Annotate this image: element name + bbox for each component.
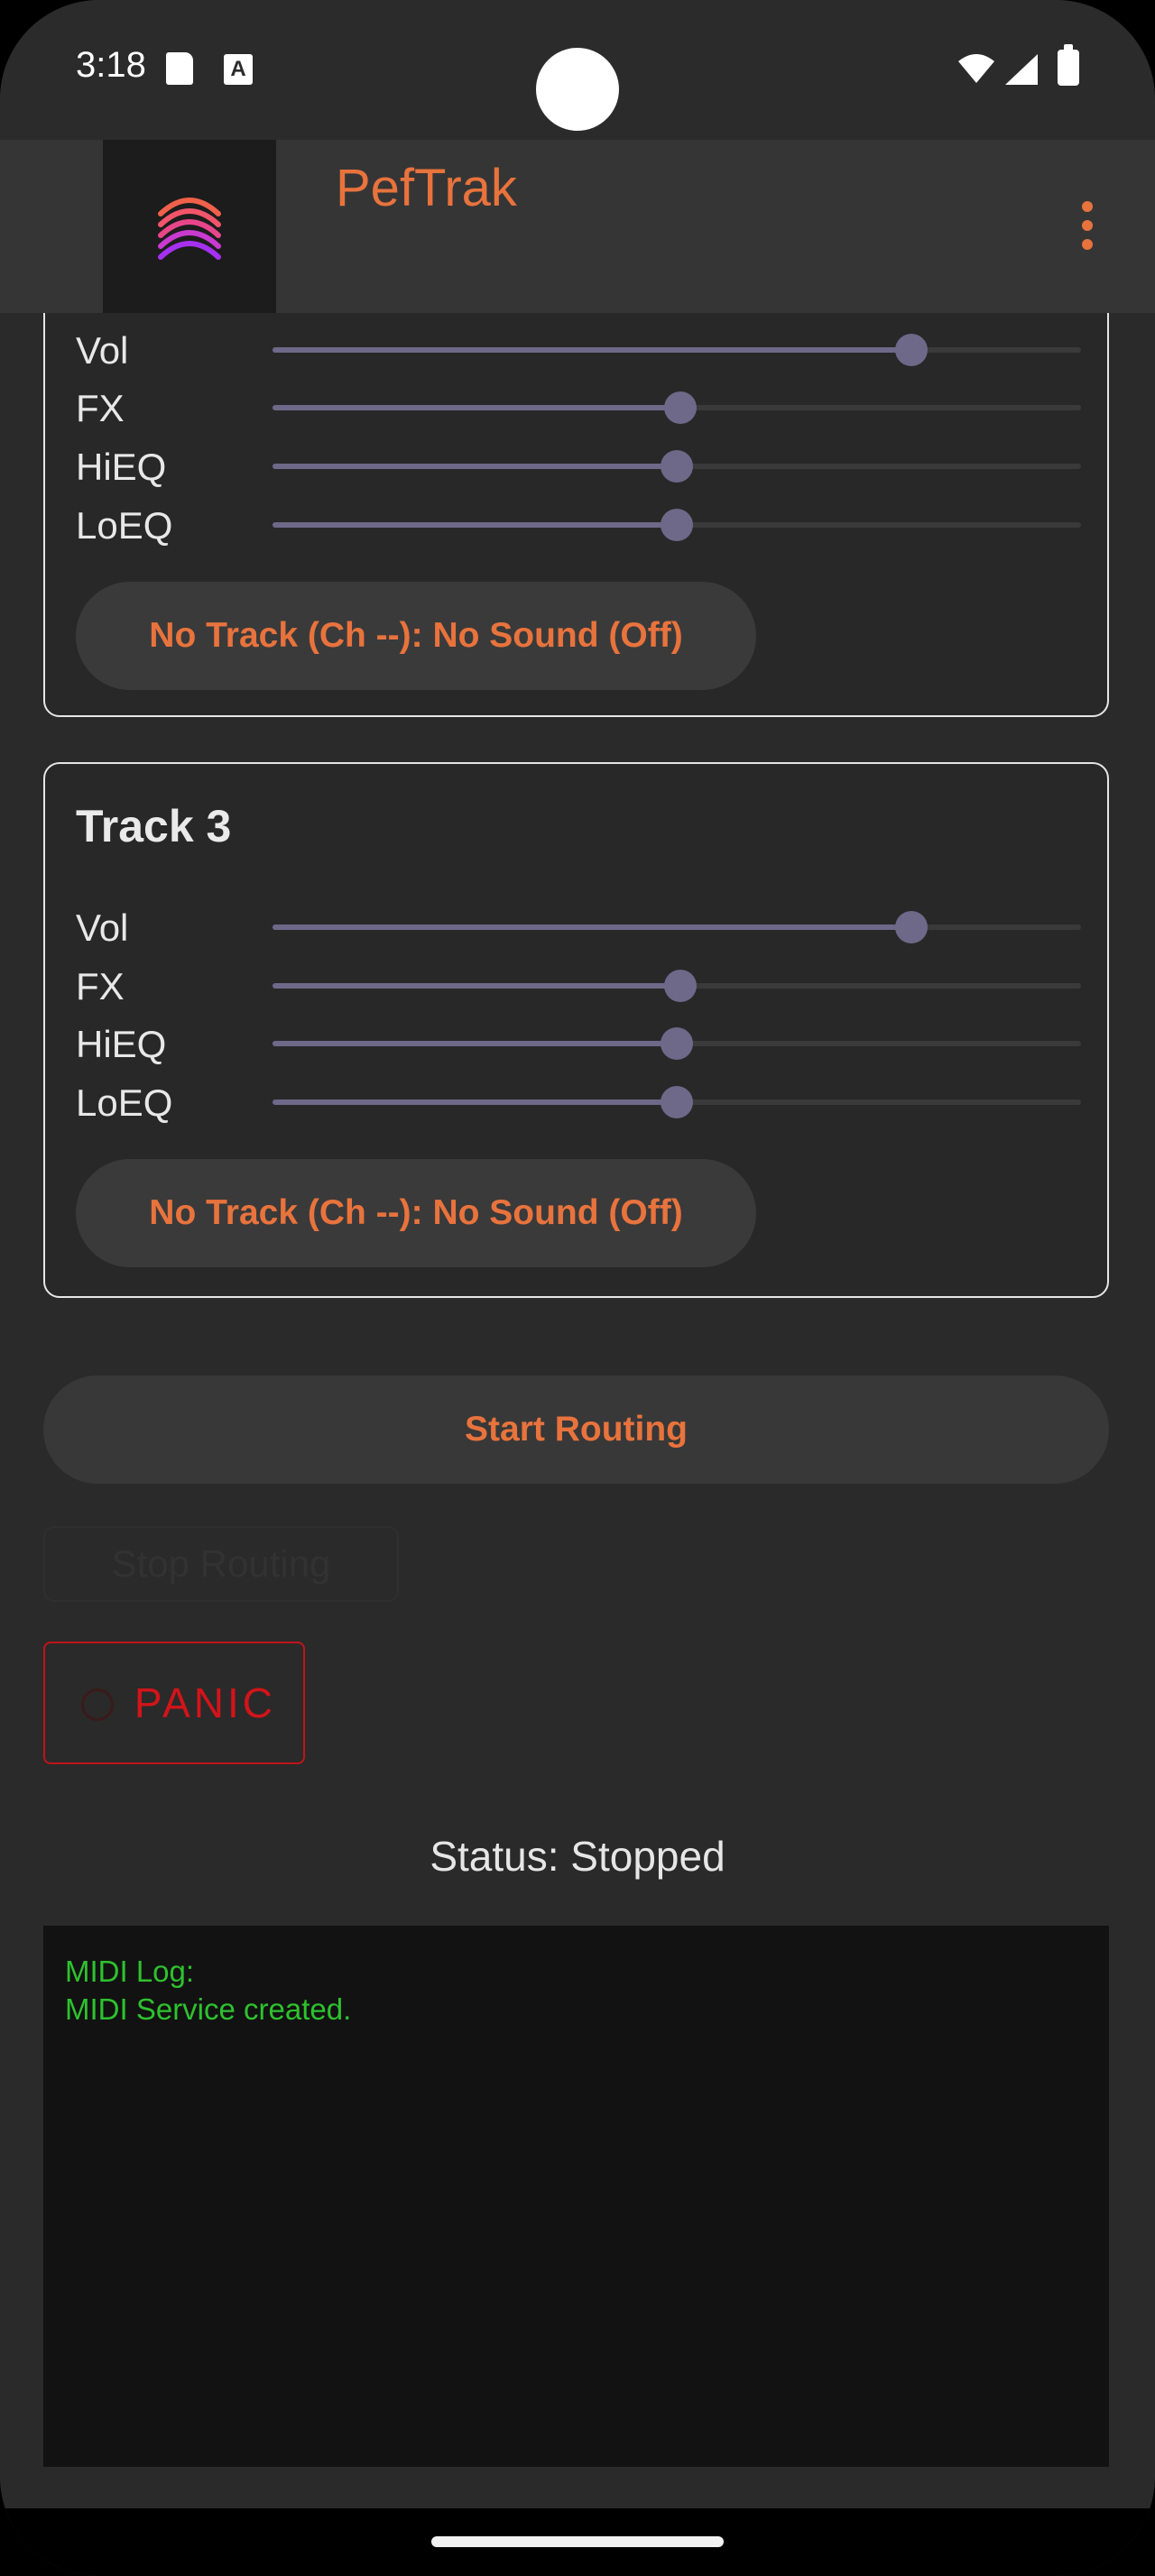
slider-thumb[interactable]: [894, 911, 928, 943]
slider-label: Vol: [76, 329, 129, 372]
log-line: MIDI Log:: [65, 1955, 195, 1988]
panic-button[interactable]: PANIC: [43, 1642, 305, 1764]
camera-cutout: [536, 48, 619, 131]
stop-routing-button[interactable]: Stop Routing: [43, 1526, 399, 1602]
track-card: Track 3 Vol FX HiEQ LoEQ No Track (Ch --…: [43, 762, 1109, 1298]
slider-thumb[interactable]: [661, 450, 693, 483]
slider-thumb[interactable]: [664, 391, 698, 424]
vol-slider[interactable]: [273, 334, 1081, 366]
main-content[interactable]: Vol FX HiEQ LoEQ No Track (Ch --): No So…: [0, 313, 1155, 2508]
vol-slider[interactable]: [273, 911, 1081, 943]
slider-label: LoEQ: [76, 1081, 173, 1124]
more-vert-icon[interactable]: [1074, 201, 1101, 255]
track-card: Vol FX HiEQ LoEQ No Track (Ch --): No So…: [43, 313, 1109, 717]
keyboard-a-icon: A: [224, 54, 253, 85]
phone-screen: 3:18 A PefTrak Vol FX HiEQ LoEQ No Track…: [0, 0, 1155, 2576]
loeq-slider[interactable]: [273, 1086, 1081, 1118]
slider-thumb[interactable]: [894, 334, 928, 366]
slider-row-hieq: HiEQ: [76, 438, 1081, 492]
slider-label: FX: [76, 387, 125, 429]
hieq-slider[interactable]: [273, 1027, 1081, 1060]
panic-label: PANIC: [134, 1679, 276, 1726]
slider-row-vol: Vol: [76, 899, 1081, 953]
fx-slider[interactable]: [273, 970, 1081, 1002]
log-line: MIDI Service created.: [65, 1992, 352, 2026]
status-bar: 3:18 A: [0, 0, 1155, 140]
start-routing-button[interactable]: Start Routing: [43, 1375, 1109, 1484]
slider-label: LoEQ: [76, 504, 173, 547]
slider-row-fx: FX: [76, 958, 1081, 1012]
app-bar: PefTrak: [0, 140, 1155, 313]
status-text: Status: Stopped: [430, 1833, 725, 1880]
track-title: Track 3: [76, 801, 232, 851]
status-time: 3:18: [76, 45, 146, 85]
wifi-icon: [958, 54, 994, 83]
sd-card-icon: [166, 52, 193, 85]
fx-slider[interactable]: [273, 391, 1081, 424]
slider-row-hieq: HiEQ: [76, 1016, 1081, 1070]
slider-label: FX: [76, 965, 125, 1007]
slider-row-fx: FX: [76, 380, 1081, 434]
track-assign-button[interactable]: No Track (Ch --): No Sound (Off): [76, 582, 756, 690]
cell-signal-icon: [1005, 54, 1038, 85]
gesture-handle[interactable]: [431, 2536, 724, 2547]
slider-label: HiEQ: [76, 446, 167, 488]
waves-logo-icon: [158, 198, 221, 260]
slider-row-loeq: LoEQ: [76, 1074, 1081, 1128]
app-logo: [103, 140, 276, 313]
slider-row-vol: Vol: [76, 322, 1081, 376]
panic-icon: [81, 1688, 114, 1721]
slider-row-loeq: LoEQ: [76, 497, 1081, 551]
hieq-slider[interactable]: [273, 450, 1081, 483]
slider-label: Vol: [76, 906, 129, 949]
slider-label: HiEQ: [76, 1023, 167, 1065]
midi-log[interactable]: MIDI Log: MIDI Service created.: [43, 1926, 1109, 2467]
track-assign-button[interactable]: No Track (Ch --): No Sound (Off): [76, 1159, 756, 1267]
slider-thumb[interactable]: [664, 970, 698, 1002]
slider-thumb[interactable]: [661, 509, 693, 541]
slider-thumb[interactable]: [661, 1086, 693, 1118]
slider-thumb[interactable]: [661, 1027, 693, 1060]
loeq-slider[interactable]: [273, 509, 1081, 541]
app-title: PefTrak: [336, 159, 517, 217]
battery-icon: [1058, 44, 1079, 86]
